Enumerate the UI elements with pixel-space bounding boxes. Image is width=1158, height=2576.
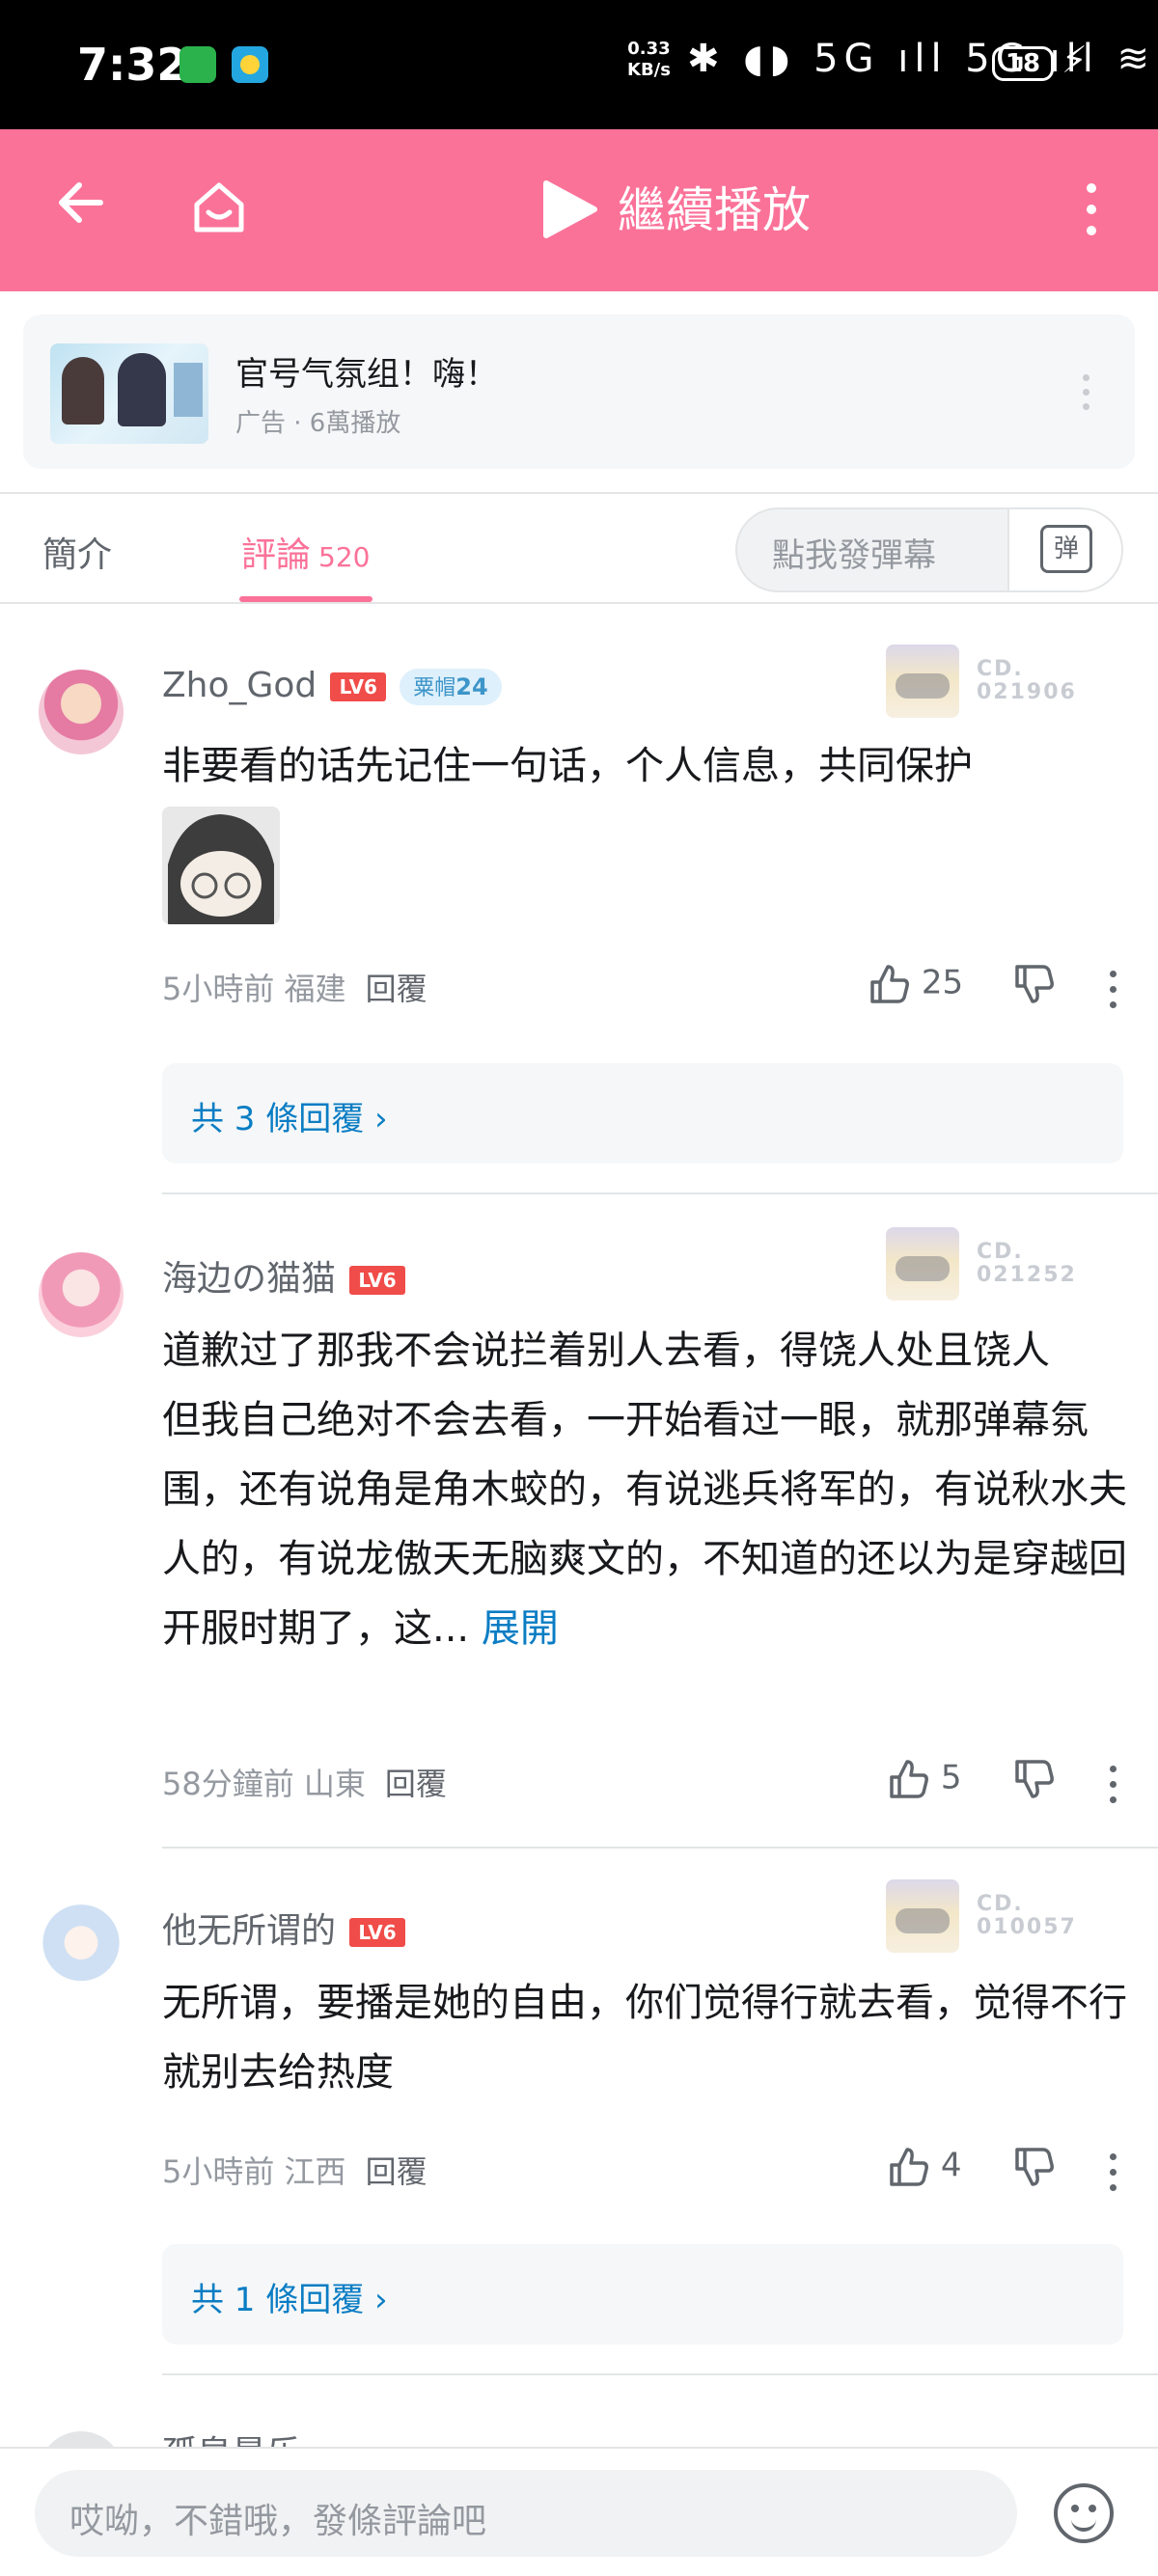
sub-replies-box[interactable]: 共 3 條回覆 › [162, 1063, 1123, 1164]
divider [162, 1847, 1158, 1849]
sub-replies-link[interactable]: 共 3 條回覆 › [191, 1092, 388, 1139]
comment-time: 5小時前 [162, 971, 275, 1007]
like-count: 25 [921, 963, 964, 1002]
next-comment-peek: 孤泉最乐 [0, 2412, 1158, 2447]
dislike-button[interactable] [1013, 1758, 1056, 1800]
danmaku-input[interactable]: 點我發彈幕 弹 [735, 507, 1123, 592]
tab-comments[interactable]: 評論 520 [241, 527, 370, 577]
comment-meta: 58分鐘前 山東 回覆 [162, 1760, 447, 1804]
avatar[interactable] [39, 670, 124, 754]
home-icon[interactable] [189, 178, 249, 237]
expand-link[interactable]: 展開 [482, 1606, 559, 1651]
thumbs-up-icon [890, 2148, 928, 2186]
comment-location: 山東 [303, 1766, 366, 1802]
like-count: 4 [940, 2146, 962, 2185]
reply-button[interactable]: 回覆 [385, 1766, 447, 1802]
comment-more-icon[interactable] [1110, 971, 1117, 1017]
charging-icon: ⚡ [1062, 39, 1088, 81]
like-count: 5 [940, 1758, 962, 1797]
more-vertical-icon[interactable] [1087, 183, 1098, 241]
comment-input-placeholder: 哎呦，不錯哦，發條評論吧 [69, 2502, 487, 2541]
fan-number: CD. 021252 [977, 1240, 1077, 1287]
danmaku-toggle-button[interactable]: 弹 [1007, 509, 1121, 590]
like-button[interactable]: 25 [868, 963, 963, 1005]
username[interactable]: 海边の猫猫 LV6 [162, 1250, 406, 1301]
continue-play-title[interactable]: 繼續播放 [618, 179, 811, 241]
sub-replies-link[interactable]: 共 1 條回覆 › [191, 2273, 388, 2320]
comment-location: 江西 [284, 2153, 346, 2190]
reply-button[interactable]: 回覆 [366, 2153, 427, 2190]
comment-content: 无所谓，要播是她的自由，你们觉得行就去看，觉得不行就别去给热度 [162, 1981, 1127, 2095]
level-badge: LV6 [330, 672, 387, 701]
thumbs-down-icon [1015, 965, 1054, 1003]
tab-comments-label: 評論 [241, 535, 312, 575]
app-notification-icon [179, 46, 216, 83]
comment-content: 非要看的话先记住一句话，个人信息，共同保护 [162, 744, 973, 788]
comment-input-bar: 哎呦，不錯哦，發條評論吧 [0, 2447, 1158, 2576]
thumbs-down-icon [1015, 2148, 1054, 2186]
comment-location: 福建 [284, 971, 346, 1007]
status-time: 7:32 [77, 39, 188, 91]
tab-active-indicator [239, 596, 372, 602]
fan-card-image[interactable] [886, 644, 959, 718]
comment-more-icon[interactable] [1110, 2153, 1117, 2200]
dislike-button[interactable] [1013, 963, 1056, 1005]
comment-time: 58分鐘前 [162, 1766, 294, 1802]
thumbs-down-icon [1015, 1760, 1054, 1798]
network-speed: 0.33 KB/s [627, 39, 671, 80]
comment-time: 5小時前 [162, 2153, 275, 2190]
like-button[interactable]: 5 [888, 1758, 961, 1800]
comment-meta: 5小時前 江西 回覆 [162, 2148, 427, 2192]
ad-subtitle: 广告 · 6萬播放 [235, 409, 401, 438]
level-badge: LV6 [349, 1266, 406, 1295]
ad-more-icon[interactable] [1083, 374, 1090, 418]
ad-title: 官号气氛组！嗨！ [235, 355, 498, 394]
divider [162, 1192, 1158, 1194]
danmaku-placeholder: 點我發彈幕 [772, 536, 936, 575]
avatar[interactable] [39, 2431, 124, 2447]
ad-thumbnail [50, 343, 208, 444]
fan-number: CD. 021906 [977, 657, 1077, 704]
username[interactable]: Zho_God LV6 粟帽24 [162, 666, 502, 705]
tab-comments-count: 520 [318, 541, 371, 573]
back-arrow-icon[interactable] [52, 174, 110, 245]
tab-intro[interactable]: 簡介 [42, 527, 112, 577]
dislike-button[interactable] [1013, 2146, 1056, 2188]
comment-more-icon[interactable] [1110, 1766, 1117, 1812]
divider [162, 2373, 1158, 2375]
tab-bar: 簡介 評論 520 點我發彈幕 弹 [0, 492, 1158, 604]
thumbs-up-icon [890, 1760, 928, 1798]
ad-card[interactable]: 官号气氛组！嗨！ 广告 · 6萬播放 [23, 315, 1135, 469]
level-badge: LV6 [349, 1918, 406, 1947]
fan-card-image[interactable] [886, 1879, 959, 1953]
play-icon[interactable] [540, 178, 598, 241]
fan-medal[interactable]: 粟帽24 [400, 669, 502, 705]
avatar[interactable] [39, 1252, 124, 1337]
sticker-image[interactable] [162, 807, 280, 924]
comment-input[interactable]: 哎呦，不錯哦，發條評論吧 [35, 2470, 1017, 2557]
danmaku-icon: 弹 [1040, 525, 1092, 573]
top-app-bar: 繼續播放 [0, 129, 1158, 291]
comment-meta: 5小時前 福建 回覆 [162, 965, 427, 1009]
fan-number: CD. 010057 [977, 1892, 1077, 1939]
avatar[interactable] [39, 1905, 124, 1989]
fan-card-image[interactable] [886, 1227, 959, 1301]
comment-content: 道歉过了那我不会说拦着别人去看，得饶人处且饶人 但我自己绝对不会去看，一开始看过… [162, 1329, 1127, 1651]
username[interactable]: 他无所谓的 LV6 [162, 1903, 406, 1953]
username[interactable]: 孤泉最乐 [162, 2425, 301, 2447]
emoji-icon[interactable] [1054, 2483, 1114, 2543]
thumbs-up-icon [870, 965, 909, 1003]
status-bar: 7:32 0.33 KB/s ✱ ◖◗ 5G ıll 5G ıll ≋ 18 ⚡ [0, 0, 1158, 129]
battery-icon: 18 [992, 46, 1054, 81]
like-button[interactable]: 4 [888, 2146, 961, 2188]
sub-replies-box[interactable]: 共 1 條回覆 › [162, 2244, 1123, 2344]
reply-button[interactable]: 回覆 [366, 971, 427, 1007]
app-notification-icon-2 [232, 46, 268, 83]
